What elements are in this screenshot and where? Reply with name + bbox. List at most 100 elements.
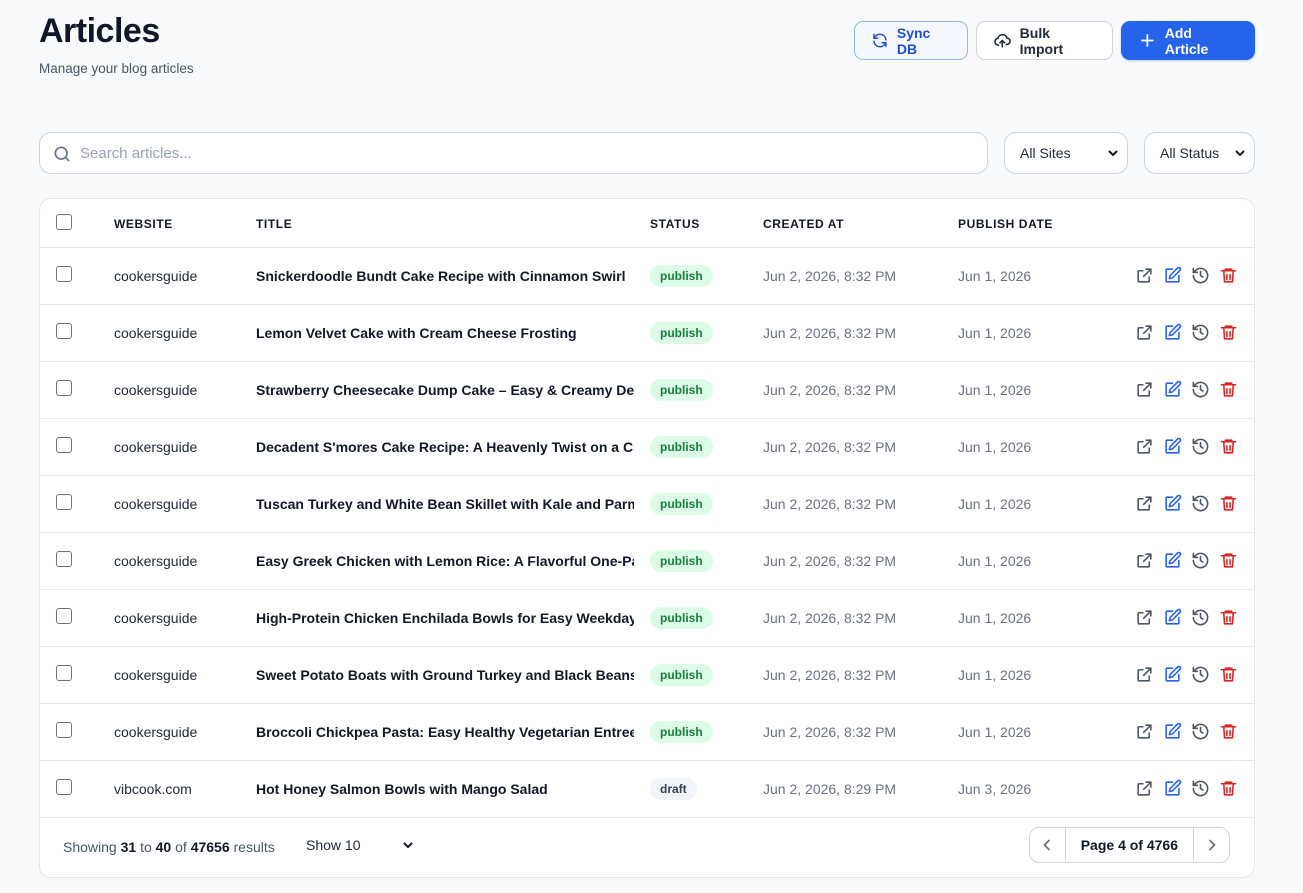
history-icon[interactable] [1191, 722, 1210, 741]
history-icon[interactable] [1191, 437, 1210, 456]
trash-icon[interactable] [1219, 608, 1238, 627]
sites-select[interactable]: All Sites [1004, 132, 1128, 174]
column-header-created-at[interactable]: CREATED AT [763, 217, 844, 231]
row-created-at: Jun 2, 2026, 8:32 PM [763, 610, 897, 626]
row-title[interactable]: Lemon Velvet Cake with Cream Cheese Fros… [256, 325, 634, 341]
column-header-website[interactable]: WEBSITE [114, 217, 173, 231]
row-checkbox[interactable] [56, 608, 72, 624]
trash-icon[interactable] [1219, 437, 1238, 456]
chevron-down-icon [1108, 150, 1118, 156]
add-article-button[interactable]: Add Article [1121, 21, 1255, 60]
edit-icon[interactable] [1163, 665, 1182, 684]
row-actions [1135, 437, 1238, 456]
history-icon[interactable] [1191, 494, 1210, 513]
row-publish-date: Jun 1, 2026 [958, 724, 1032, 740]
edit-icon[interactable] [1163, 494, 1182, 513]
search-input[interactable] [40, 133, 987, 173]
history-icon[interactable] [1191, 266, 1210, 285]
external-link-icon[interactable] [1135, 494, 1154, 513]
trash-icon[interactable] [1219, 665, 1238, 684]
row-title[interactable]: Broccoli Chickpea Pasta: Easy Healthy Ve… [256, 724, 634, 740]
column-header-publish-date[interactable]: PUBLISH DATE [958, 217, 1053, 231]
row-title[interactable]: Sweet Potato Boats with Ground Turkey an… [256, 667, 634, 683]
status-badge: publish [650, 607, 713, 629]
row-title[interactable]: Tuscan Turkey and White Bean Skillet wit… [256, 496, 634, 512]
trash-icon[interactable] [1219, 722, 1238, 741]
external-link-icon[interactable] [1135, 437, 1154, 456]
bulk-import-button[interactable]: Bulk Import [976, 21, 1113, 60]
column-header-title[interactable]: TITLE [256, 217, 292, 231]
row-title[interactable]: Hot Honey Salmon Bowls with Mango Salad [256, 781, 634, 797]
row-website: cookersguide [114, 667, 198, 683]
row-checkbox[interactable] [56, 779, 72, 795]
sync-db-button[interactable]: Sync DB [854, 21, 968, 60]
external-link-icon[interactable] [1135, 380, 1154, 399]
edit-icon[interactable] [1163, 608, 1182, 627]
row-checkbox[interactable] [56, 551, 72, 567]
row-title[interactable]: Decadent S'mores Cake Recipe: A Heavenly… [256, 439, 634, 455]
external-link-icon[interactable] [1135, 722, 1154, 741]
edit-icon[interactable] [1163, 779, 1182, 798]
column-header-status[interactable]: STATUS [650, 217, 700, 231]
range-to: 40 [155, 839, 172, 855]
trash-icon[interactable] [1219, 380, 1238, 399]
external-link-icon[interactable] [1135, 266, 1154, 285]
select-all-checkbox[interactable] [56, 214, 72, 230]
row-title[interactable]: Easy Greek Chicken with Lemon Rice: A Fl… [256, 553, 634, 569]
row-title[interactable]: High-Protein Chicken Enchilada Bowls for… [256, 610, 634, 626]
trash-icon[interactable] [1219, 494, 1238, 513]
history-icon[interactable] [1191, 779, 1210, 798]
external-link-icon[interactable] [1135, 779, 1154, 798]
row-checkbox[interactable] [56, 380, 72, 396]
trash-icon[interactable] [1219, 779, 1238, 798]
edit-icon[interactable] [1163, 551, 1182, 570]
edit-icon[interactable] [1163, 722, 1182, 741]
range-from: 31 [120, 839, 137, 855]
status-badge: publish [650, 550, 713, 572]
external-link-icon[interactable] [1135, 665, 1154, 684]
row-title[interactable]: Strawberry Cheesecake Dump Cake – Easy &… [256, 382, 634, 398]
history-icon[interactable] [1191, 608, 1210, 627]
trash-icon[interactable] [1219, 266, 1238, 285]
row-publish-date: Jun 1, 2026 [958, 496, 1032, 512]
edit-icon[interactable] [1163, 380, 1182, 399]
edit-icon[interactable] [1163, 323, 1182, 342]
row-checkbox[interactable] [56, 665, 72, 681]
add-article-label: Add Article [1164, 24, 1209, 57]
external-link-icon[interactable] [1135, 323, 1154, 342]
row-publish-date: Jun 1, 2026 [958, 325, 1032, 341]
prev-page-button[interactable] [1030, 828, 1065, 862]
history-icon[interactable] [1191, 380, 1210, 399]
total-results: 47656 [190, 839, 230, 855]
table-row: cookersguide Easy Greek Chicken with Lem… [40, 533, 1254, 590]
trash-icon[interactable] [1219, 323, 1238, 342]
table-row: cookersguide Snickerdoodle Bundt Cake Re… [40, 248, 1254, 305]
row-checkbox[interactable] [56, 437, 72, 453]
row-website: cookersguide [114, 724, 198, 740]
row-actions [1135, 779, 1238, 798]
row-checkbox[interactable] [56, 266, 72, 282]
page-size-select[interactable]: Show 10 [306, 837, 414, 853]
row-created-at: Jun 2, 2026, 8:32 PM [763, 268, 897, 284]
row-actions [1135, 665, 1238, 684]
row-title[interactable]: Snickerdoodle Bundt Cake Recipe with Cin… [256, 268, 634, 284]
status-select[interactable]: All Status [1144, 132, 1255, 174]
history-icon[interactable] [1191, 323, 1210, 342]
history-icon[interactable] [1191, 665, 1210, 684]
row-publish-date: Jun 1, 2026 [958, 610, 1032, 626]
edit-icon[interactable] [1163, 266, 1182, 285]
status-badge: publish [650, 493, 713, 515]
edit-icon[interactable] [1163, 437, 1182, 456]
history-icon[interactable] [1191, 551, 1210, 570]
next-page-button[interactable] [1194, 828, 1229, 862]
row-actions [1135, 608, 1238, 627]
row-checkbox[interactable] [56, 722, 72, 738]
status-badge: publish [650, 721, 713, 743]
row-checkbox[interactable] [56, 323, 72, 339]
trash-icon[interactable] [1219, 551, 1238, 570]
table-row: cookersguide Strawberry Cheesecake Dump … [40, 362, 1254, 419]
external-link-icon[interactable] [1135, 551, 1154, 570]
page-indicator: Page 4 of 4766 [1064, 828, 1194, 862]
external-link-icon[interactable] [1135, 608, 1154, 627]
row-checkbox[interactable] [56, 494, 72, 510]
